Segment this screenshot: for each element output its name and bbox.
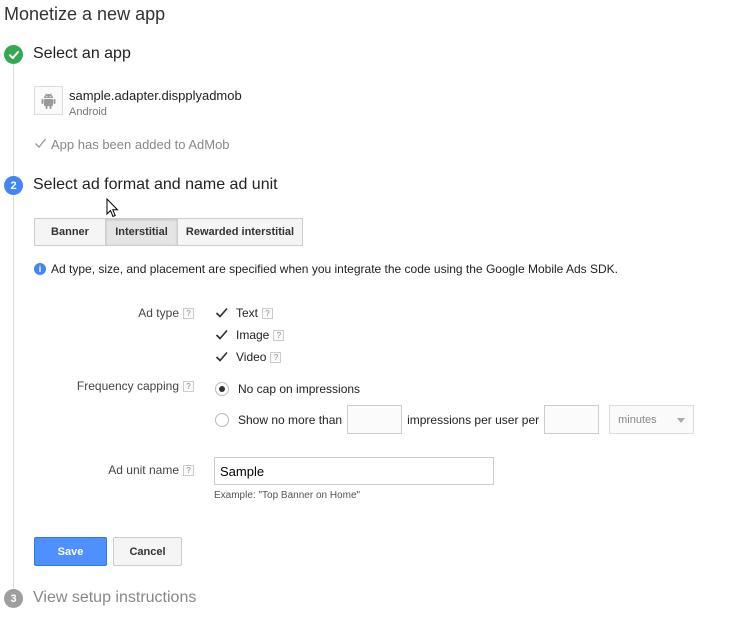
- app-added-message: App has been added to AdMob: [34, 137, 230, 152]
- period-unit-value: minutes: [618, 413, 657, 426]
- radio-unselected-icon[interactable]: [215, 412, 229, 427]
- no-cap-label: No cap on impressions: [238, 382, 361, 396]
- ad-format-tabs: Banner Interstitial Rewarded interstitia…: [34, 218, 303, 246]
- impressions-limit-input[interactable]: [347, 405, 403, 434]
- step-connector-line: [13, 64, 14, 589]
- app-platform: Android: [69, 106, 107, 118]
- app-name: sample.adapter.dispplyadmob: [69, 88, 242, 103]
- ad-unit-name-label-text: Ad unit name: [108, 463, 179, 477]
- ad-type-video-label: Video: [236, 350, 267, 364]
- ad-type-text-option: Text?: [215, 306, 274, 320]
- ad-type-image-label: Image: [236, 328, 270, 342]
- limit-middle-label: impressions per user per: [407, 412, 540, 427]
- ad-unit-name-label: Ad unit name?: [108, 463, 194, 477]
- step-2-number-icon: 2: [4, 176, 23, 195]
- ad-type-image-option: Image?: [215, 328, 285, 342]
- ad-unit-name-hint: Example: "Top Banner on Home": [214, 490, 361, 501]
- limit-option: Show no more than impressions per user p…: [215, 405, 695, 434]
- tab-banner[interactable]: Banner: [35, 219, 105, 245]
- period-input[interactable]: [544, 405, 600, 434]
- step-3-number-icon: 3: [4, 589, 23, 608]
- checkbox-checked-icon[interactable]: [215, 351, 228, 364]
- ad-info-notice: i Ad type, size, and placement are speci…: [34, 262, 618, 276]
- help-icon[interactable]: ?: [270, 351, 282, 363]
- ad-type-text-label: Text: [236, 306, 259, 320]
- help-icon[interactable]: ?: [273, 329, 285, 341]
- app-added-text: App has been added to AdMob: [51, 137, 230, 152]
- tab-rewarded-interstitial[interactable]: Rewarded interstitial: [177, 219, 302, 245]
- help-icon[interactable]: ?: [183, 465, 194, 477]
- ad-type-video-option: Video?: [215, 350, 282, 364]
- tab-interstitial[interactable]: Interstitial: [105, 219, 177, 245]
- ad-info-text: Ad type, size, and placement are specifi…: [51, 262, 619, 276]
- checkbox-checked-icon[interactable]: [215, 329, 228, 342]
- ad-type-label: Ad type?: [138, 306, 194, 320]
- page-title: Monetize a new app: [4, 4, 166, 24]
- ad-type-label-text: Ad type: [138, 306, 179, 320]
- info-icon: i: [34, 263, 46, 275]
- help-icon[interactable]: ?: [262, 307, 274, 319]
- check-icon: [34, 137, 47, 152]
- chevron-down-icon: [677, 414, 686, 426]
- radio-selected-icon[interactable]: [215, 382, 229, 396]
- step-1-title: Select an app: [33, 45, 131, 62]
- period-unit-select[interactable]: minutes: [609, 405, 695, 434]
- help-icon[interactable]: ?: [183, 308, 194, 320]
- step-2-title: Select ad format and name ad unit: [33, 176, 278, 193]
- android-icon: [34, 86, 63, 115]
- step-3-title: View setup instructions: [33, 589, 197, 606]
- frequency-capping-label-text: Frequency capping: [76, 379, 179, 393]
- frequency-capping-label: Frequency capping?: [77, 379, 194, 393]
- cancel-button[interactable]: Cancel: [113, 537, 182, 566]
- ad-unit-name-input[interactable]: [214, 457, 494, 485]
- limit-prefix-label: Show no more than: [238, 412, 343, 427]
- help-icon[interactable]: ?: [183, 381, 194, 393]
- no-cap-option[interactable]: No cap on impressions: [215, 382, 360, 396]
- checkbox-checked-icon[interactable]: [215, 307, 228, 320]
- step-1-complete-icon: [4, 45, 23, 64]
- save-button[interactable]: Save: [34, 537, 107, 566]
